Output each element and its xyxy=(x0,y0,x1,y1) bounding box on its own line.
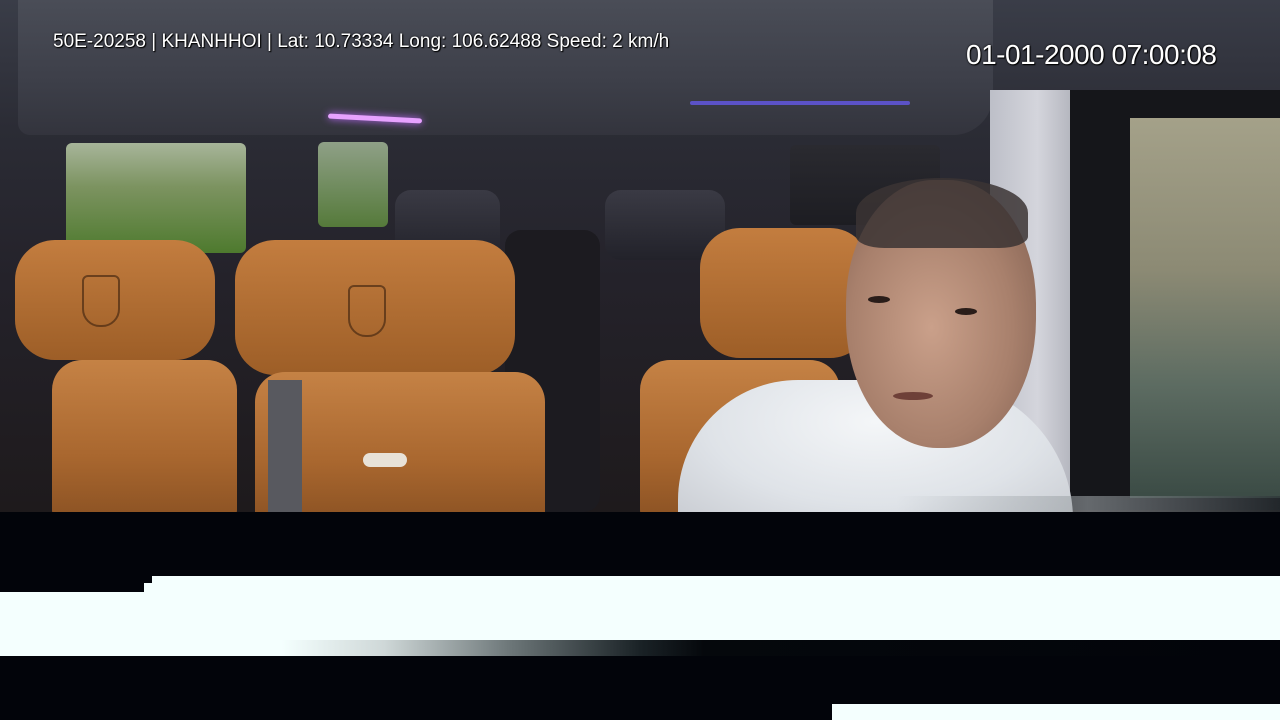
seat-emblem xyxy=(82,275,120,327)
seat-emblem xyxy=(348,285,386,337)
glitch-bar xyxy=(144,583,156,593)
driver-eye xyxy=(868,296,890,303)
side-window xyxy=(66,143,246,253)
seat-back xyxy=(52,360,237,512)
dashcam-frame: 50E-20258 | KHANHHOI | Lat: 10.73334 Lon… xyxy=(0,0,1280,720)
door-window xyxy=(1130,118,1280,498)
glitch-bar xyxy=(0,592,152,640)
vehicle-ceiling xyxy=(18,0,993,135)
driver-mouth xyxy=(893,392,933,400)
side-window xyxy=(318,142,388,227)
seat-badge xyxy=(363,453,407,467)
seat-belt xyxy=(268,380,302,512)
ambient-light-strip xyxy=(690,101,910,105)
timestamp-overlay: 01-01-2000 07:00:08 xyxy=(966,39,1217,70)
seat-headrest xyxy=(700,228,870,358)
driver-eye xyxy=(955,308,977,315)
glitch-bar xyxy=(0,640,1280,656)
glitch-bar xyxy=(832,704,1280,720)
driver-hair xyxy=(856,178,1028,248)
camera-image xyxy=(0,0,1280,512)
vehicle-info-overlay: 50E-20258 | KHANHHOI | Lat: 10.73334 Lon… xyxy=(53,31,670,52)
image-edge-artifact xyxy=(0,496,1280,512)
glitch-bar xyxy=(152,576,1280,640)
